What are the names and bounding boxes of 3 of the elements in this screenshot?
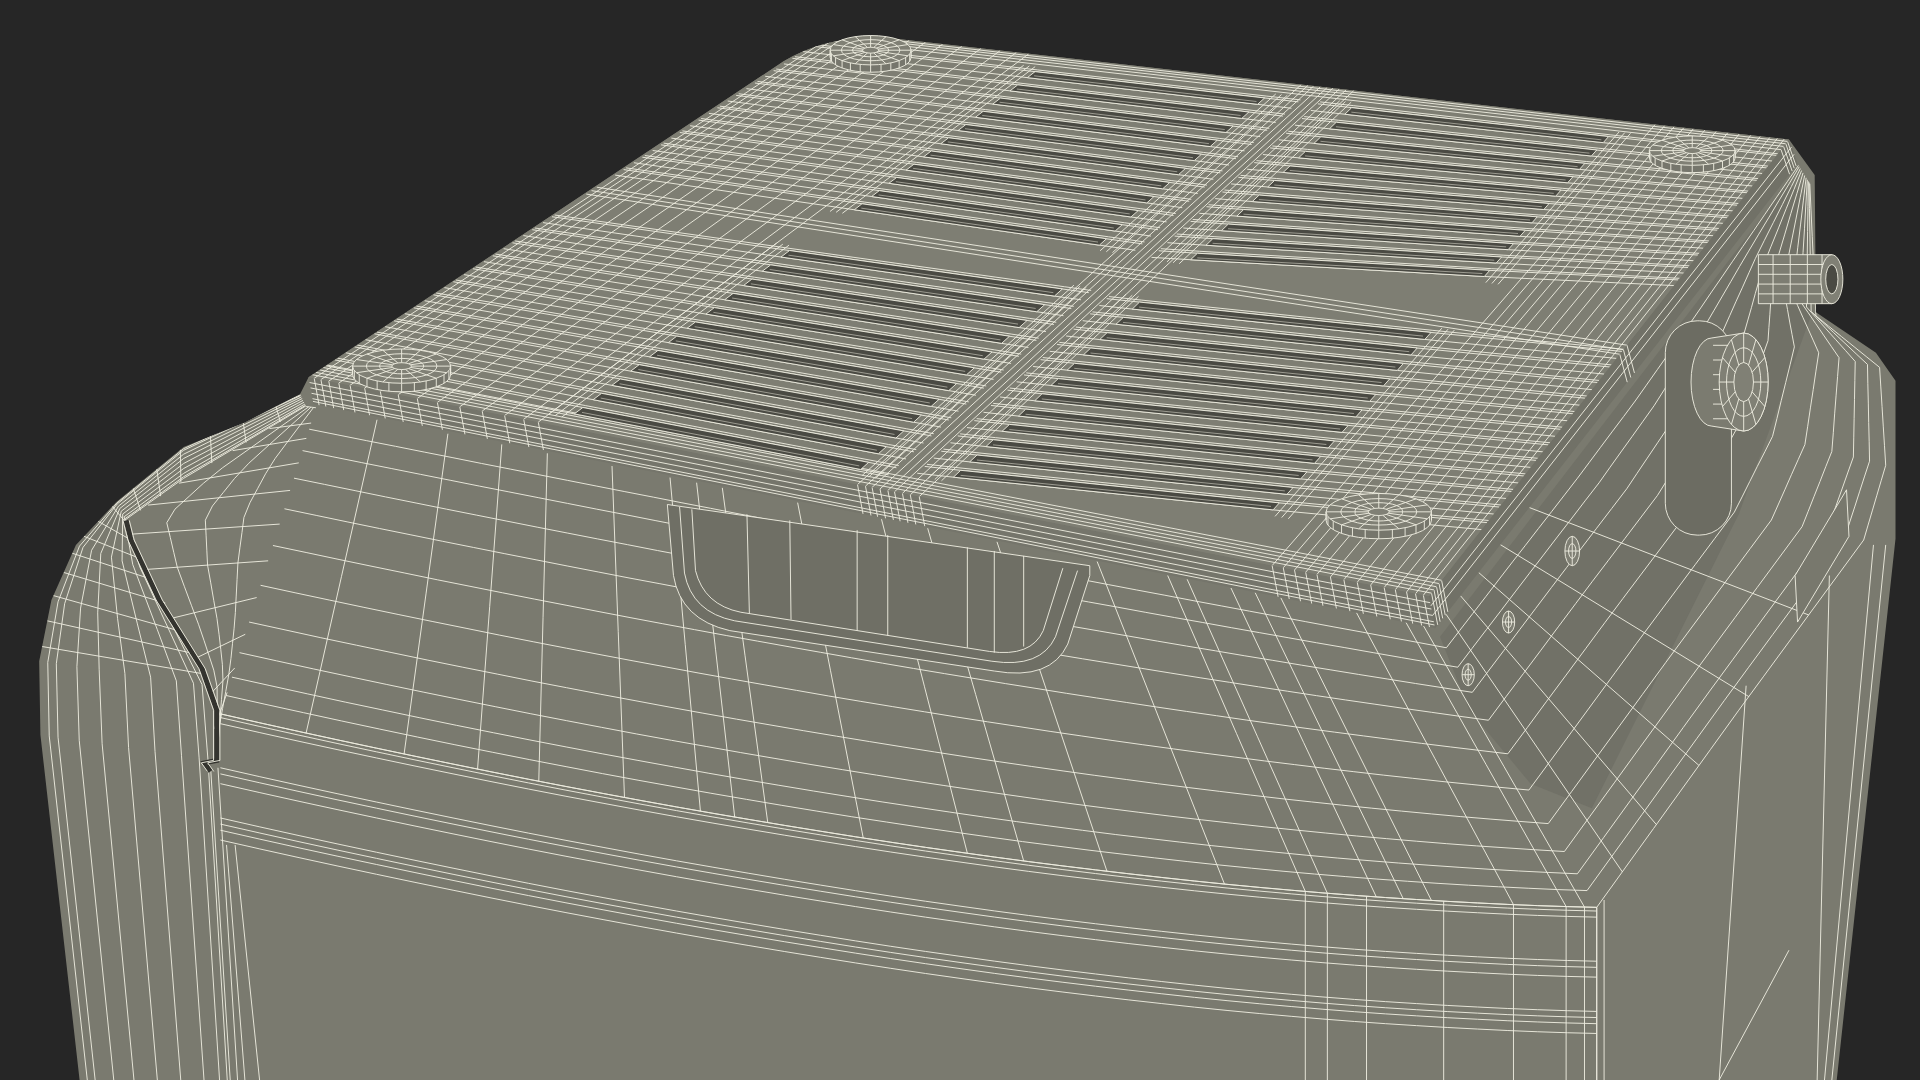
screw-icon xyxy=(1502,610,1516,634)
screw-icon xyxy=(1461,663,1475,687)
screw-icon xyxy=(1564,535,1581,567)
